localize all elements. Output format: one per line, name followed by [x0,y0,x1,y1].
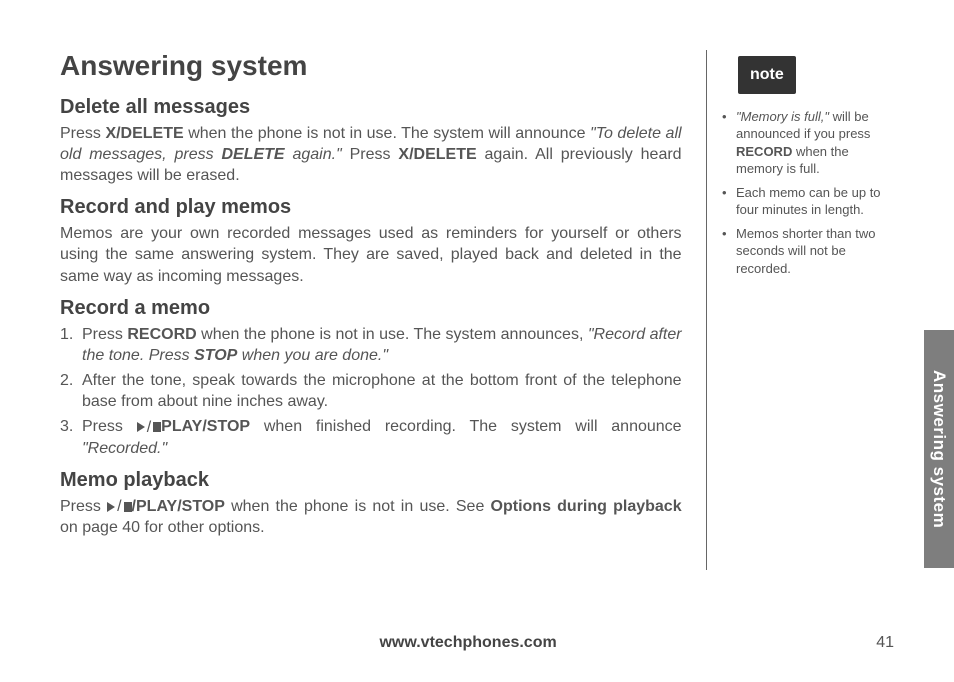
key-label: X/DELETE [398,146,476,163]
key-label: RECORD [736,144,792,159]
step-number: 3. [60,416,73,437]
text: Press [60,125,105,142]
text: After the tone, speak towards the microp… [82,372,682,410]
memos-intro-paragraph: Memos are your own recorded messages use… [60,223,682,286]
text: on page 40 for other options. [60,519,265,536]
play-stop-icon: / [137,417,161,438]
step-number: 2. [60,370,73,391]
key-label: DELETE [221,146,284,163]
footer-url: www.vtechphones.com [60,634,876,652]
text: Press [60,498,107,515]
announce-quote: "Recorded." [82,440,167,457]
cross-reference: Options during playback [491,498,682,515]
section-tab: Answering system [924,330,954,568]
record-steps: 1. Press RECORD when the phone is not in… [60,324,682,459]
text: when the phone is not in use. The system… [184,125,590,142]
list-item: 3. Press /PLAY/STOP when finished record… [60,416,682,459]
announce-quote: "Memory is full," [736,109,829,124]
key-label: X/DELETE [105,125,183,142]
main-content: Answering system Delete all messages Pre… [60,50,682,570]
page-title: Answering system [60,50,682,82]
note-badge: note [738,56,796,94]
text: Press [342,146,399,163]
list-item: "Memory is full," will be announced if y… [722,108,894,178]
note-sidebar: note "Memory is full," will be announced… [722,50,894,570]
playback-paragraph: Press //PLAY/STOP when the phone is not … [60,496,682,539]
section-heading-delete: Delete all messages [60,96,682,119]
text: when the phone is not in use. The system… [197,326,588,343]
key-label: RECORD [127,326,196,343]
section-heading-record: Record a memo [60,297,682,320]
page-number: 41 [876,634,894,652]
text: Press [82,418,137,435]
content-row: Answering system Delete all messages Pre… [60,50,894,570]
list-item: 1. Press RECORD when the phone is not in… [60,324,682,366]
text: again." [285,146,342,163]
manual-page: Answering system Delete all messages Pre… [0,0,954,682]
play-stop-icon: / [107,496,131,517]
text: when you are done." [237,347,388,364]
list-item: Each memo can be up to four minutes in l… [722,184,894,219]
step-number: 1. [60,324,73,345]
section-heading-memos-intro: Record and play memos [60,196,682,219]
text: Press [82,326,127,343]
key-label: STOP [194,347,237,364]
key-label: /PLAY/STOP [132,498,225,515]
note-list: "Memory is full," will be announced if y… [722,108,894,278]
key-label: PLAY/STOP [161,418,250,435]
delete-paragraph: Press X/DELETE when the phone is not in … [60,123,682,186]
list-item: 2. After the tone, speak towards the mic… [60,370,682,412]
list-item: Memos shorter than two seconds will not … [722,225,894,278]
page-footer: www.vtechphones.com 41 [60,634,894,652]
text: when the phone is not in use. See [225,498,491,515]
text: when finished recording. The system will… [250,418,682,435]
section-heading-playback: Memo playback [60,469,682,492]
